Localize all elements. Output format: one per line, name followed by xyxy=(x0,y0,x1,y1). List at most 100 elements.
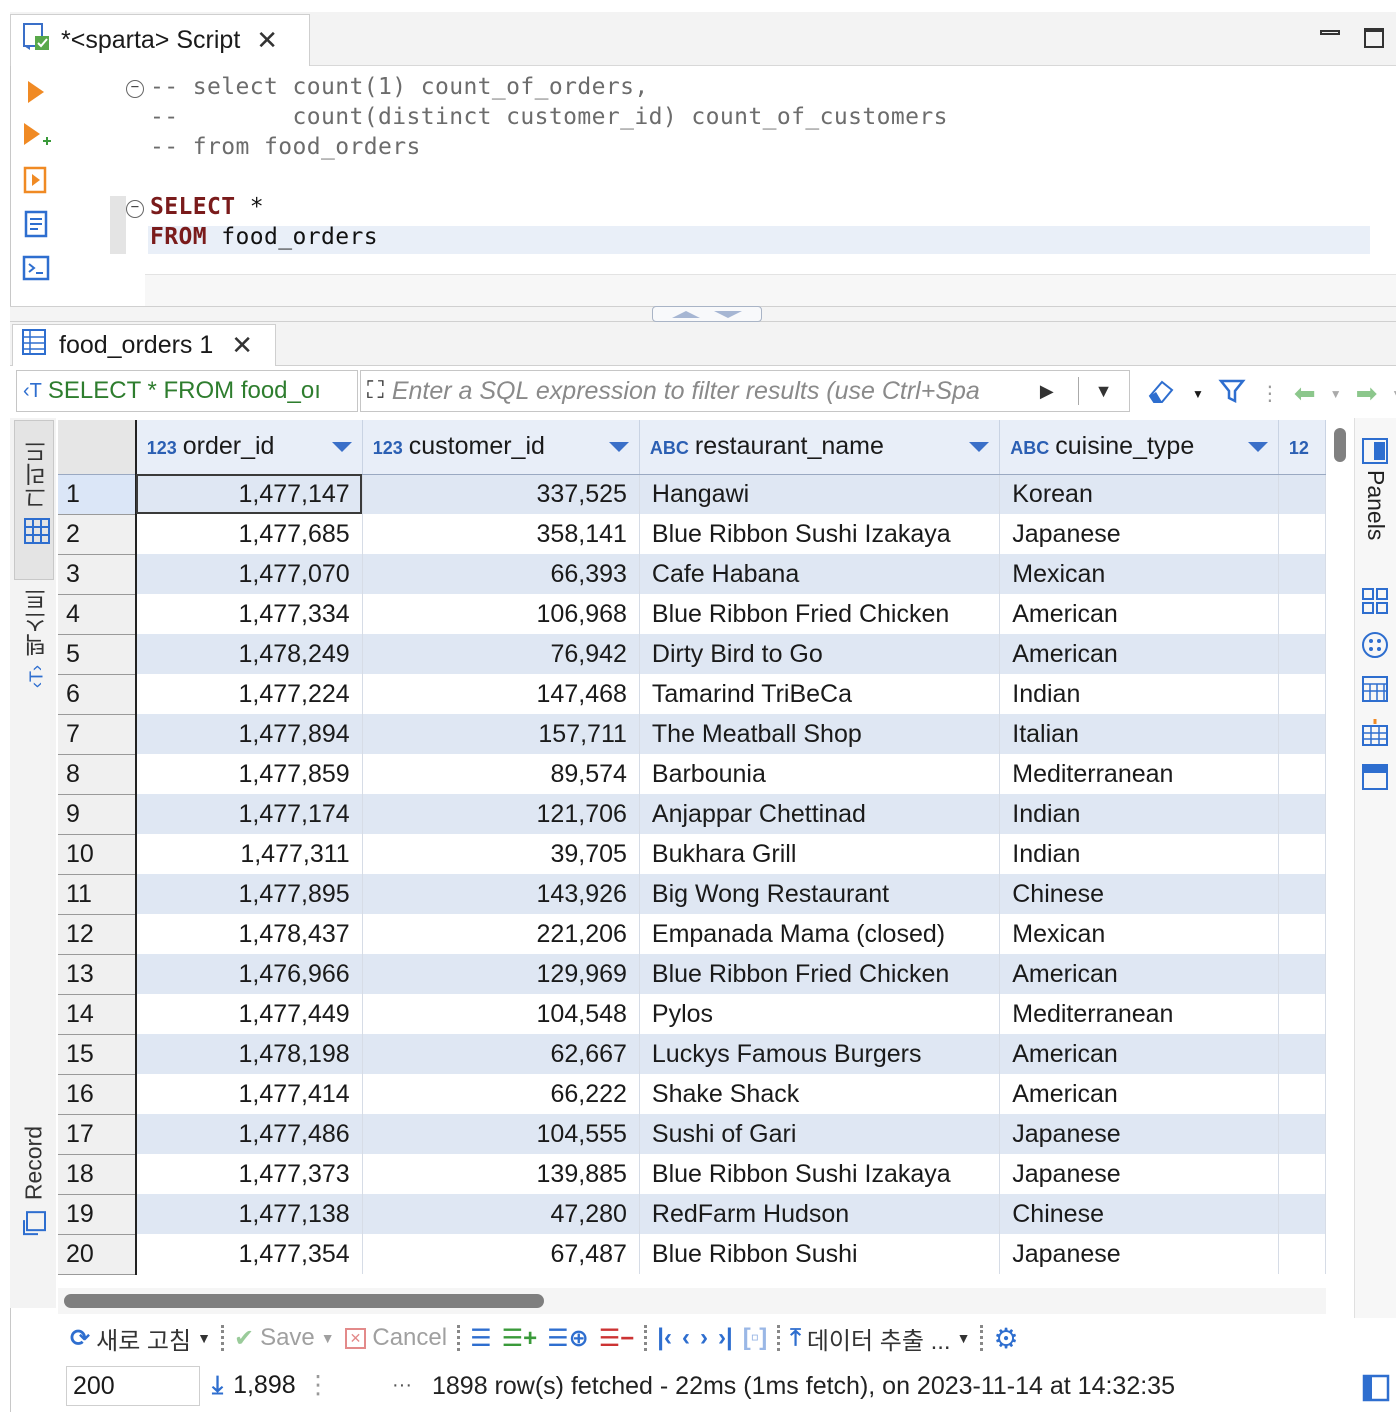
chevron-down-icon[interactable]: ▼ xyxy=(957,1330,971,1346)
customer-id-cell[interactable]: 66,222 xyxy=(362,1074,640,1114)
cuisine-type-cell[interactable]: Japanese xyxy=(999,1114,1279,1154)
row-number-header[interactable] xyxy=(58,420,137,475)
restaurant-name-cell[interactable]: Hangawi xyxy=(639,474,1001,514)
execute-in-new-tab-button[interactable] xyxy=(20,120,52,152)
cuisine-type-cell[interactable]: American xyxy=(999,594,1279,634)
cuisine-type-cell[interactable]: Italian xyxy=(999,714,1279,754)
restaurant-name-cell[interactable]: Blue Ribbon Sushi xyxy=(639,1234,1001,1274)
customer-id-cell[interactable]: 76,942 xyxy=(362,634,640,674)
order-id-cell[interactable]: 1,476,966 xyxy=(135,954,363,994)
cuisine-type-cell[interactable]: Mexican xyxy=(999,554,1279,594)
row-number-cell[interactable]: 17 xyxy=(58,1114,137,1155)
row-number-cell[interactable]: 2 xyxy=(58,514,137,555)
tab-text-view[interactable]: ‹T› 텍스트 xyxy=(20,588,54,688)
order-id-cell[interactable]: 1,478,437 xyxy=(135,914,363,954)
table-row[interactable]: 16 1,477,414 66,222 Shake Shack American xyxy=(58,1074,1326,1115)
chevron-down-icon[interactable] xyxy=(969,442,990,452)
row-number-cell[interactable]: 8 xyxy=(58,754,137,795)
copy-row-icon[interactable]: ☰⊕ xyxy=(547,1324,589,1353)
arrow-right-icon[interactable]: ➡ xyxy=(1356,378,1378,409)
add-row-icon[interactable]: ☰+ xyxy=(502,1324,538,1353)
explain-plan-button[interactable] xyxy=(20,208,52,240)
chevron-down-icon[interactable]: ▼ xyxy=(321,1330,335,1346)
vertical-scrollbar[interactable] xyxy=(1334,428,1346,462)
splitter-toggle[interactable] xyxy=(652,306,762,322)
next-column-cell[interactable] xyxy=(1278,914,1326,954)
order-id-cell[interactable]: 1,477,414 xyxy=(135,1074,363,1114)
table-row[interactable]: 3 1,477,070 66,393 Cafe Habana Mexican xyxy=(58,554,1326,595)
table-row[interactable]: 10 1,477,311 39,705 Bukhara Grill Indian xyxy=(58,834,1326,875)
cuisine-type-cell[interactable]: Indian xyxy=(999,834,1279,874)
next-column-cell[interactable] xyxy=(1278,474,1326,514)
row-number-cell[interactable]: 18 xyxy=(58,1154,137,1195)
order-id-cell[interactable]: 1,477,224 xyxy=(135,674,363,714)
export-data-button[interactable]: ⤒ 데이터 추출 ... ▼ xyxy=(790,1321,970,1356)
next-column-cell[interactable] xyxy=(1278,554,1326,594)
chevron-down-icon[interactable]: ▼ xyxy=(1192,387,1204,401)
customer-id-cell[interactable]: 62,667 xyxy=(362,1034,640,1074)
customer-id-cell[interactable]: 358,141 xyxy=(362,514,640,554)
row-number-cell[interactable]: 5 xyxy=(58,634,137,675)
more-icon[interactable]: ··· xyxy=(392,1374,412,1397)
chevron-down-icon[interactable] xyxy=(1247,442,1268,452)
restaurant-name-cell[interactable]: Bukhara Grill xyxy=(639,834,1001,874)
next-column-cell[interactable] xyxy=(1278,1234,1326,1274)
row-number-cell[interactable]: 16 xyxy=(58,1074,137,1115)
row-number-cell[interactable]: 13 xyxy=(58,954,137,995)
cuisine-type-cell[interactable]: Chinese xyxy=(999,1194,1279,1234)
cuisine-type-cell[interactable]: Indian xyxy=(999,674,1279,714)
restaurant-name-cell[interactable]: The Meatball Shop xyxy=(639,714,1001,754)
next-column-cell[interactable] xyxy=(1278,674,1326,714)
customer-id-cell[interactable]: 67,487 xyxy=(362,1234,640,1274)
restaurant-name-cell[interactable]: Barbounia xyxy=(639,754,1001,794)
execute-script-button[interactable] xyxy=(20,164,52,196)
row-count-button[interactable]: ⤓ 1,898 ⋮ xyxy=(212,1370,331,1400)
horizontal-scrollbar[interactable] xyxy=(64,1294,544,1308)
table-row[interactable]: 6 1,477,224 147,468 Tamarind TriBeCa Indian xyxy=(58,674,1326,715)
order-id-cell[interactable]: 1,477,174 xyxy=(135,794,363,834)
column-header-cuisine-type[interactable]: ABC cuisine_type xyxy=(999,420,1279,475)
close-icon[interactable]: ✕ xyxy=(256,25,278,56)
customer-id-cell[interactable]: 106,968 xyxy=(362,594,640,634)
row-number-cell[interactable]: 4 xyxy=(58,594,137,635)
row-number-cell[interactable]: 6 xyxy=(58,674,137,715)
panels-icon[interactable] xyxy=(1360,436,1390,466)
restaurant-name-cell[interactable]: Luckys Famous Burgers xyxy=(639,1034,1001,1074)
next-column-cell[interactable] xyxy=(1278,514,1326,554)
table-row[interactable]: 5 1,478,249 76,942 Dirty Bird to Go American xyxy=(58,634,1326,675)
restaurant-name-cell[interactable]: Sushi of Gari xyxy=(639,1114,1001,1154)
next-column-cell[interactable] xyxy=(1278,1034,1326,1074)
cuisine-type-cell[interactable]: Mediterranean xyxy=(999,994,1279,1034)
gear-icon[interactable]: ⚙ xyxy=(993,1322,1018,1355)
restaurant-name-cell[interactable]: Blue Ribbon Fried Chicken xyxy=(639,954,1001,994)
cancel-button[interactable]: ✕ Cancel xyxy=(344,1324,447,1352)
cuisine-type-cell[interactable]: Japanese xyxy=(999,514,1279,554)
tab-script[interactable]: *<sparta> Script ✕ xyxy=(10,14,310,66)
order-id-cell[interactable]: 1,477,486 xyxy=(135,1114,363,1154)
filter-icon[interactable] xyxy=(1218,377,1246,410)
row-number-cell[interactable]: 7 xyxy=(58,714,137,755)
table-row[interactable]: 17 1,477,486 104,555 Sushi of Gari Japanese xyxy=(58,1114,1326,1155)
customer-id-cell[interactable]: 39,705 xyxy=(362,834,640,874)
order-id-cell[interactable]: 1,477,449 xyxy=(135,994,363,1034)
expand-icon[interactable]: ⛶ xyxy=(367,377,384,405)
chevron-down-icon[interactable] xyxy=(608,442,629,452)
customer-id-cell[interactable]: 129,969 xyxy=(362,954,640,994)
row-number-cell[interactable]: 14 xyxy=(58,994,137,1035)
chevron-down-icon[interactable]: ▼ xyxy=(1330,387,1342,401)
active-query-display[interactable]: ‹T SELECT * FROM food_oı xyxy=(16,370,358,412)
maximize-icon[interactable] xyxy=(1364,28,1384,48)
edit-row-icon[interactable]: ☰ xyxy=(470,1324,492,1353)
filter-input[interactable] xyxy=(391,376,1032,406)
refresh-button[interactable]: ⟳ 새로 고침 ▼ xyxy=(70,1321,211,1356)
table-row[interactable]: 2 1,477,685 358,141 Blue Ribbon Sushi Izaka… xyxy=(58,514,1326,555)
fold-collapse-icon[interactable]: − xyxy=(126,200,144,218)
customer-id-cell[interactable]: 143,926 xyxy=(362,874,640,914)
next-column-cell[interactable] xyxy=(1278,1074,1326,1114)
customer-id-cell[interactable]: 104,548 xyxy=(362,994,640,1034)
delete-row-icon[interactable]: ☰− xyxy=(599,1324,635,1353)
fold-collapse-icon[interactable]: − xyxy=(126,80,144,98)
order-id-cell[interactable]: 1,477,859 xyxy=(135,754,363,794)
cuisine-type-cell[interactable]: Mediterranean xyxy=(999,754,1279,794)
chevron-down-icon[interactable]: ▼ xyxy=(1391,387,1396,401)
